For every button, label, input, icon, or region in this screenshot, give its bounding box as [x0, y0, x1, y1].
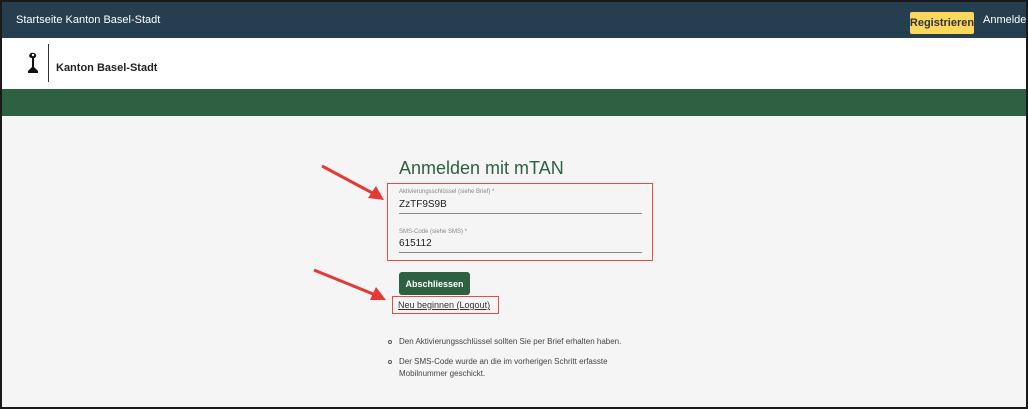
info-item: Mobilnummer geschickt.: [399, 369, 486, 378]
logo-divider: [48, 44, 49, 82]
baselstab-icon[interactable]: [26, 52, 40, 74]
activation-key-label: Aktivierungsschlüssel (siehe Brief) *: [399, 189, 495, 195]
info-item: Den Aktivierungsschlüssel sollten Sie pe…: [399, 337, 622, 346]
browser-frame: Startseite Kanton Basel-Stadt Registrier…: [0, 0, 1028, 409]
top-navigation-bar: Startseite Kanton Basel-Stadt Registrier…: [2, 2, 1026, 38]
info-item: Der SMS-Code wurde an die im vorherigen …: [399, 357, 608, 366]
sms-code-label: SMS-Code (siehe SMS) *: [399, 229, 468, 235]
logo-text[interactable]: Kanton Basel-Stadt: [56, 62, 157, 74]
sms-code-input[interactable]: 615112: [399, 238, 432, 249]
page-title: Anmelden mit mTAN: [399, 158, 564, 178]
red-arrow-icon: [321, 164, 384, 200]
restart-logout-link[interactable]: Neu beginnen (Logout): [398, 300, 490, 310]
sms-code-underline: [399, 252, 642, 253]
login-link[interactable]: Anmelden: [983, 14, 1026, 26]
register-button[interactable]: Registrieren: [910, 12, 974, 34]
home-link[interactable]: Startseite Kanton Basel-Stadt: [16, 14, 160, 26]
activation-key-underline: [399, 213, 642, 214]
logo-bar: Kanton Basel-Stadt: [2, 38, 1026, 89]
info-bullet: [388, 360, 392, 364]
green-banner: [2, 89, 1026, 116]
red-arrow-icon: [313, 268, 386, 300]
info-bullet: [388, 340, 392, 344]
finish-button[interactable]: Abschliessen: [399, 272, 470, 295]
activation-key-input[interactable]: ZzTF9S9B: [399, 199, 447, 210]
